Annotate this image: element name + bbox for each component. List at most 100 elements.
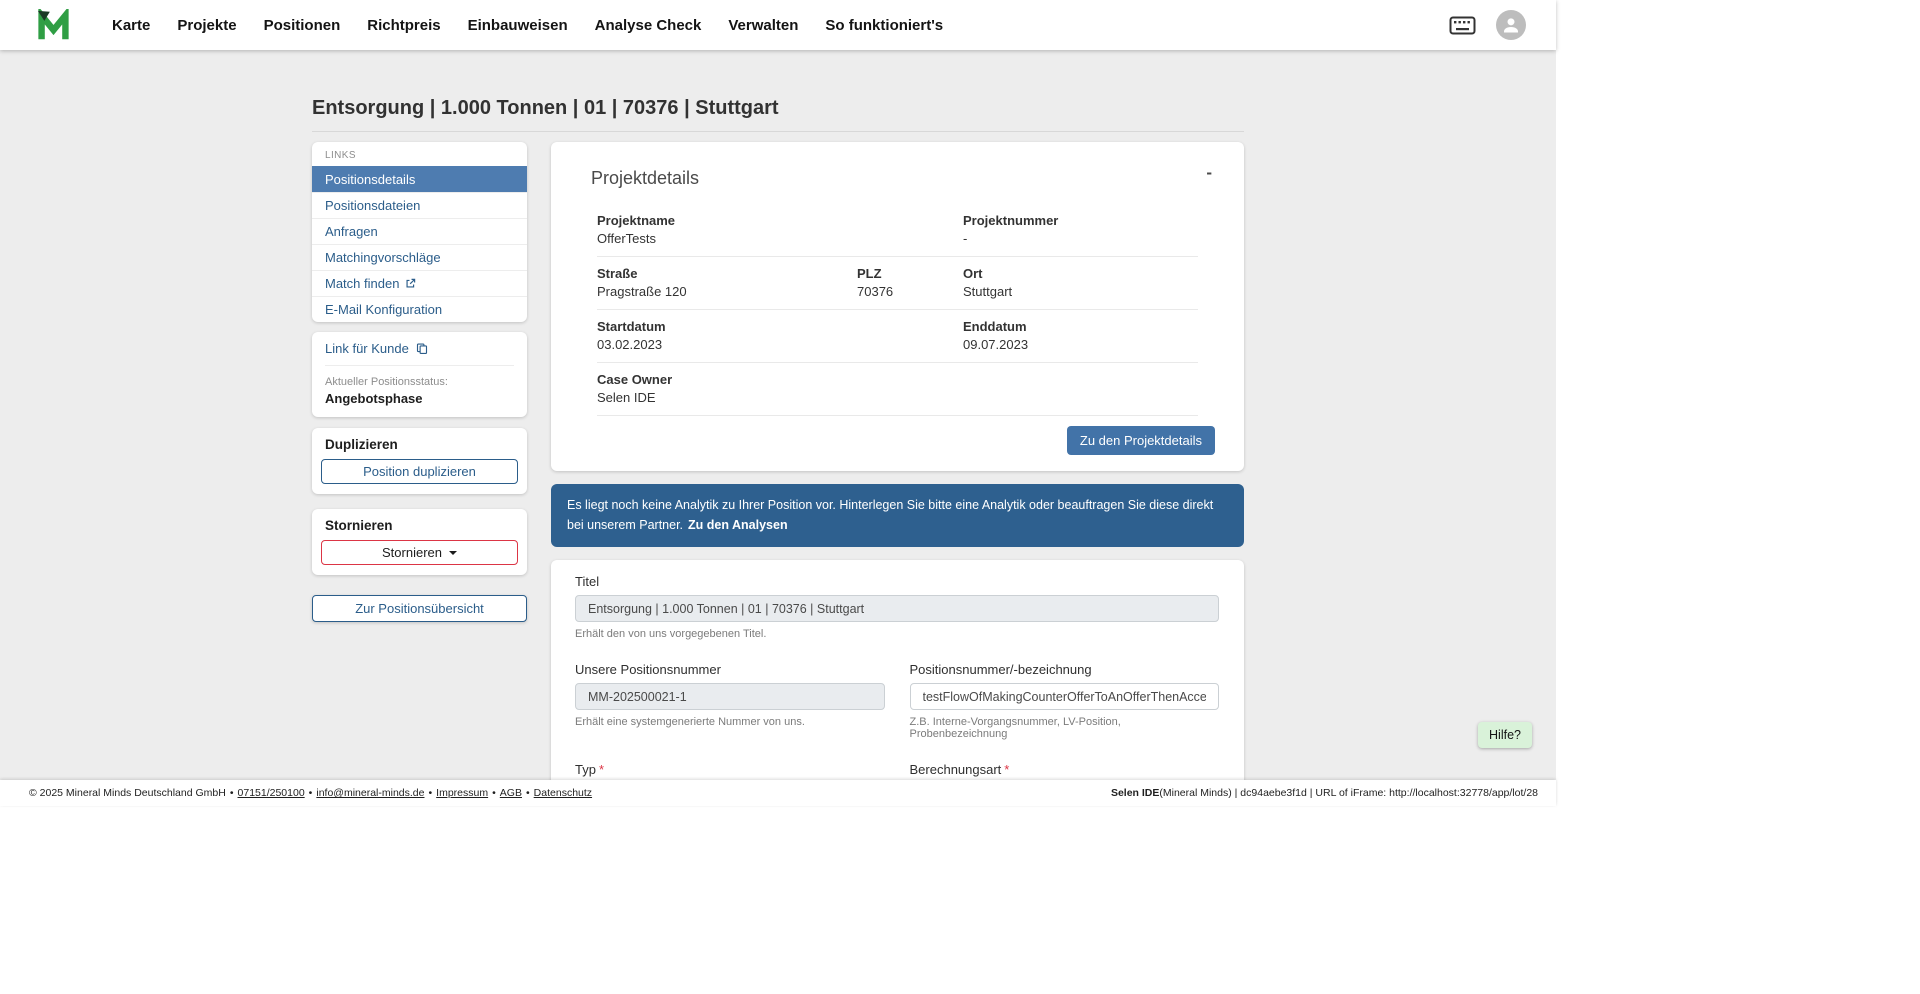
typ-label-text: Typ bbox=[575, 762, 596, 777]
alert-analyses-link[interactable]: Zu den Analysen bbox=[688, 518, 788, 532]
project-fields: Projektname OfferTests Projektnummer - bbox=[597, 204, 1198, 416]
status-value: Angebotsphase bbox=[325, 391, 514, 406]
kundennummer-helper: Z.B. Interne-Vorgangsnummer, LV-Position… bbox=[910, 716, 1220, 740]
project-row: Startdatum 03.02.2023 Enddatum 09.07.202… bbox=[597, 310, 1198, 363]
alert-text: Es liegt noch keine Analytik zu Ihrer Po… bbox=[567, 498, 1213, 532]
project-row: Straße Pragstraße 120 PLZ 70376 Ort Stut… bbox=[597, 257, 1198, 310]
nav-item-karte[interactable]: Karte bbox=[112, 17, 150, 34]
project-row: Projektname OfferTests Projektnummer - bbox=[597, 204, 1198, 257]
navbar-right bbox=[1449, 10, 1526, 40]
strasse-value: Pragstraße 120 bbox=[597, 284, 857, 299]
startdatum-value: 03.02.2023 bbox=[597, 337, 963, 352]
logo-icon bbox=[37, 9, 70, 42]
sidebar-item-positionsdateien[interactable]: Positionsdateien bbox=[312, 192, 527, 218]
sidebar-item-label: Positionsdateien bbox=[325, 198, 420, 213]
top-navbar: Karte Projekte Positionen Richtpreis Ein… bbox=[0, 0, 1556, 50]
project-details-title: Projektdetails bbox=[591, 168, 1204, 189]
duplicate-button[interactable]: Position duplizieren bbox=[321, 459, 518, 484]
positionsnummer-helper: Erhält eine systemgenerierte Nummer von … bbox=[575, 716, 885, 728]
ort-label: Ort bbox=[963, 266, 1198, 281]
project-details-card: Projektdetails - Projektname OfferTests … bbox=[551, 142, 1244, 471]
keyboard-icon[interactable] bbox=[1449, 16, 1476, 35]
positionsnummer-input bbox=[575, 683, 885, 710]
sidebar-item-matchingvorschlaege[interactable]: Matchingvorschläge bbox=[312, 244, 527, 270]
cancel-button-label: Stornieren bbox=[382, 545, 442, 560]
nav-item-so-funktionierts[interactable]: So funktioniert's bbox=[825, 17, 943, 34]
titel-input bbox=[575, 595, 1219, 622]
plz-value: 70376 bbox=[857, 284, 963, 299]
nav-item-positionen[interactable]: Positionen bbox=[264, 17, 341, 34]
sidebar-item-anfragen[interactable]: Anfragen bbox=[312, 218, 527, 244]
content-column: Projektdetails - Projektname OfferTests … bbox=[551, 142, 1244, 780]
sidebar-item-label: E-Mail Konfiguration bbox=[325, 302, 442, 317]
projektnummer-label: Projektnummer bbox=[963, 213, 1198, 228]
sidebar-links-card: LINKS Positionsdetails Positionsdateien … bbox=[312, 142, 527, 322]
sidebar-item-match-finden[interactable]: Match finden bbox=[312, 270, 527, 296]
cancel-card: Stornieren Stornieren bbox=[312, 509, 527, 575]
positionsnummer-label: Unsere Positionsnummer bbox=[575, 662, 885, 677]
analytics-alert: Es liegt noch keine Analytik zu Ihrer Po… bbox=[551, 484, 1244, 547]
page-title: Entsorgung | 1.000 Tonnen | 01 | 70376 |… bbox=[312, 97, 1244, 132]
nav-item-verwalten[interactable]: Verwalten bbox=[728, 17, 798, 34]
berechnungsart-label: Berechnungsart* bbox=[910, 762, 1220, 777]
separator: • bbox=[526, 787, 530, 799]
footer-email-link[interactable]: info@mineral-minds.de bbox=[316, 787, 424, 799]
duplicate-heading: Duplizieren bbox=[321, 437, 518, 452]
sidebar-item-positionsdetails[interactable]: Positionsdetails bbox=[312, 166, 527, 192]
person-icon bbox=[1501, 15, 1521, 35]
footer-datenschutz-link[interactable]: Datenschutz bbox=[534, 787, 592, 799]
main-nav: Karte Projekte Positionen Richtpreis Ein… bbox=[112, 17, 943, 34]
projektname-value: OfferTests bbox=[597, 231, 963, 246]
nav-item-projekte[interactable]: Projekte bbox=[177, 17, 236, 34]
position-form-card: Titel Erhält den von uns vorgegebenen Ti… bbox=[551, 560, 1244, 780]
links-heading: LINKS bbox=[312, 148, 527, 166]
typ-label: Typ* bbox=[575, 762, 885, 777]
duplicate-card: Duplizieren Position duplizieren bbox=[312, 428, 527, 494]
nav-item-einbauweisen[interactable]: Einbauweisen bbox=[468, 17, 568, 34]
kundennummer-input[interactable] bbox=[910, 683, 1220, 710]
projektnummer-value: - bbox=[963, 231, 1198, 246]
status-label: Aktueller Positionsstatus: bbox=[325, 376, 514, 388]
footer-impressum-link[interactable]: Impressum bbox=[436, 787, 488, 799]
startdatum-label: Startdatum bbox=[597, 319, 963, 334]
sidebar-status-card: Link für Kunde Aktueller Positionsstatus… bbox=[312, 332, 527, 417]
plz-label: PLZ bbox=[857, 266, 963, 281]
external-link-icon bbox=[405, 278, 416, 289]
berechnungsart-label-text: Berechnungsart bbox=[910, 762, 1002, 777]
nav-item-richtpreis[interactable]: Richtpreis bbox=[367, 17, 440, 34]
footer-left: © 2025 Mineral Minds Deutschland GmbH • … bbox=[29, 787, 592, 799]
cancel-button[interactable]: Stornieren bbox=[321, 540, 518, 565]
collapse-button[interactable]: - bbox=[1206, 164, 1212, 181]
customer-link[interactable]: Link für Kunde bbox=[325, 341, 514, 366]
customer-link-label: Link für Kunde bbox=[325, 341, 409, 356]
avatar[interactable] bbox=[1496, 10, 1526, 40]
sidebar-item-label: Matchingvorschläge bbox=[325, 250, 441, 265]
separator: • bbox=[492, 787, 496, 799]
titel-helper: Erhält den von uns vorgegebenen Titel. bbox=[575, 628, 1219, 640]
nav-item-analyse-check[interactable]: Analyse Check bbox=[595, 17, 702, 34]
caret-down-icon bbox=[449, 551, 457, 555]
required-asterisk: * bbox=[1004, 762, 1009, 777]
help-button[interactable]: Hilfe? bbox=[1478, 722, 1532, 748]
app-logo[interactable] bbox=[37, 9, 70, 42]
cancel-heading: Stornieren bbox=[321, 518, 518, 533]
case-owner-value: Selen IDE bbox=[597, 390, 963, 405]
footer: © 2025 Mineral Minds Deutschland GmbH • … bbox=[0, 780, 1556, 806]
separator: • bbox=[230, 787, 234, 799]
app-viewport: Karte Projekte Positionen Richtpreis Ein… bbox=[0, 0, 1556, 806]
kundennummer-label: Positionsnummer/-bezeichnung bbox=[910, 662, 1220, 677]
sidebar-item-label: Match finden bbox=[325, 276, 399, 291]
position-overview-button[interactable]: Zur Positionsübersicht bbox=[312, 595, 527, 622]
separator: • bbox=[309, 787, 313, 799]
project-details-button[interactable]: Zu den Projektdetails bbox=[1067, 426, 1215, 455]
footer-agb-link[interactable]: AGB bbox=[500, 787, 522, 799]
footer-phone-link[interactable]: 07151/250100 bbox=[238, 787, 305, 799]
enddatum-value: 09.07.2023 bbox=[963, 337, 1198, 352]
project-row: Case Owner Selen IDE bbox=[597, 363, 1198, 416]
separator: • bbox=[428, 787, 432, 799]
sidebar: LINKS Positionsdetails Positionsdateien … bbox=[312, 142, 527, 622]
enddatum-label: Enddatum bbox=[963, 319, 1198, 334]
projektname-label: Projektname bbox=[597, 213, 963, 228]
sidebar-item-email-konfiguration[interactable]: E-Mail Konfiguration bbox=[312, 296, 527, 322]
titel-label: Titel bbox=[575, 574, 1219, 589]
